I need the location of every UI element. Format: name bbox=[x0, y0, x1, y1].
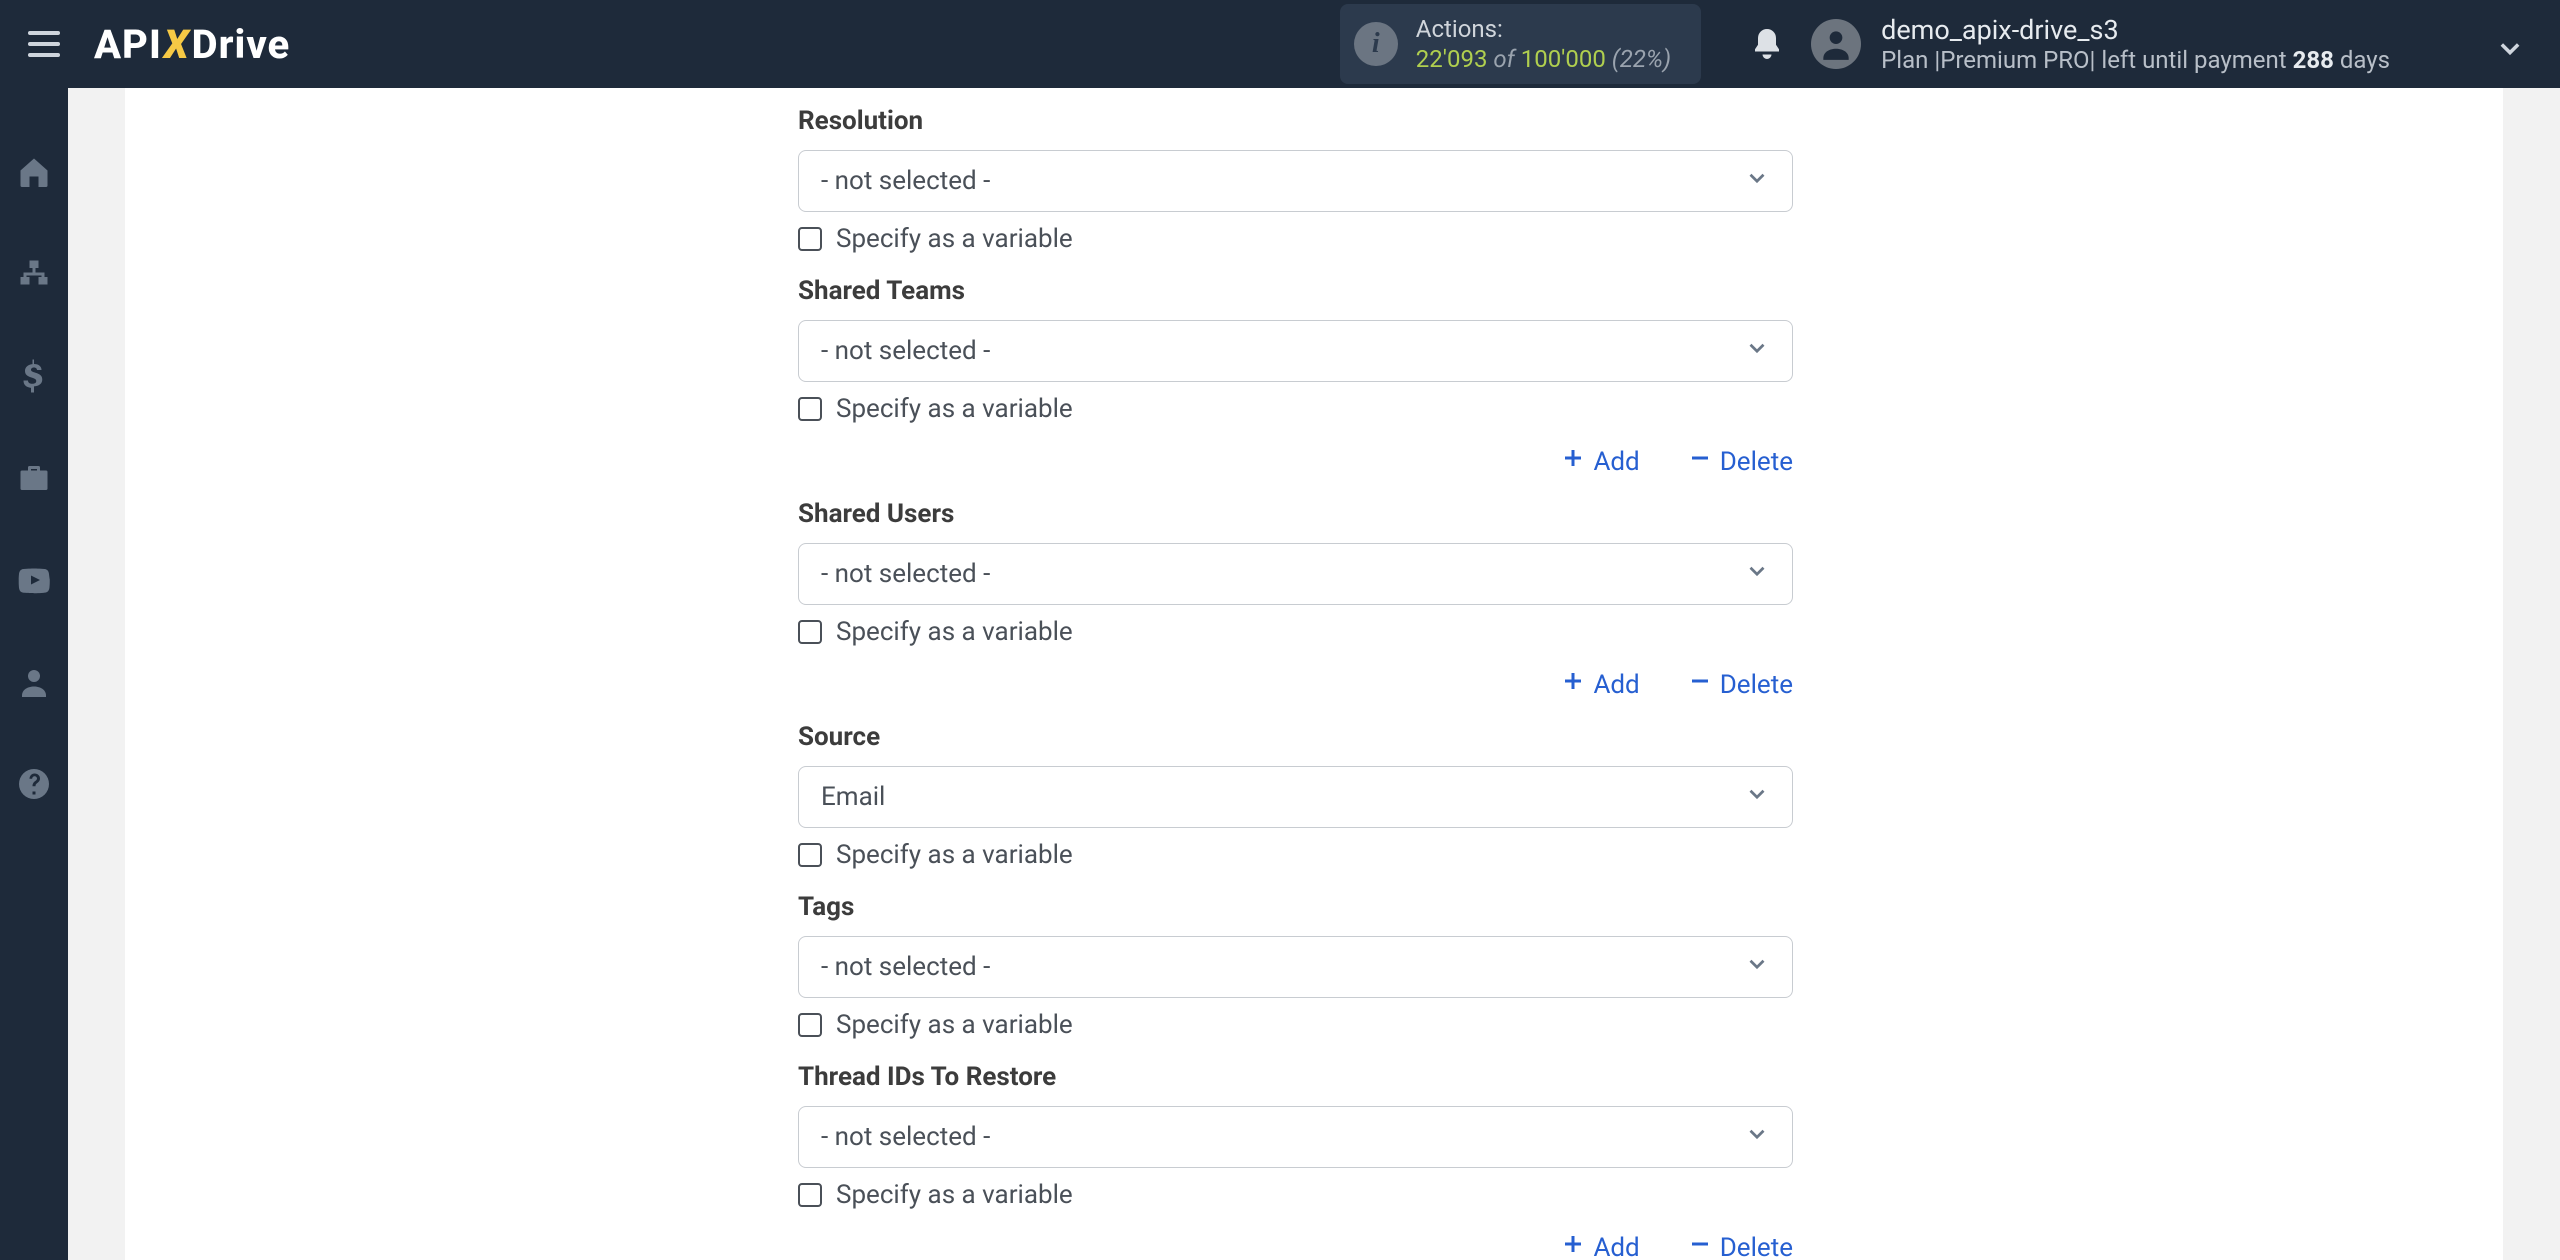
checkbox-label: Specify as a variable bbox=[836, 394, 1073, 424]
delete-button-thread_ids[interactable]: Delete bbox=[1688, 1232, 1793, 1260]
checkbox-label: Specify as a variable bbox=[836, 224, 1073, 254]
field-label-resolution: Resolution bbox=[798, 106, 1793, 136]
add-button-shared_users[interactable]: Add bbox=[1561, 669, 1639, 700]
sidebar-briefcase-icon[interactable] bbox=[0, 444, 68, 512]
field-label-thread_ids: Thread IDs To Restore bbox=[798, 1062, 1793, 1092]
logo-api: API bbox=[94, 21, 162, 68]
select-resolution[interactable]: - not selected - bbox=[798, 150, 1793, 212]
variable-checkbox-row-shared_teams[interactable]: Specify as a variable bbox=[798, 394, 1793, 424]
actions-row-shared_users: Add Delete bbox=[798, 669, 1793, 700]
help-icon bbox=[16, 766, 52, 802]
variable-checkbox-row-thread_ids[interactable]: Specify as a variable bbox=[798, 1180, 1793, 1210]
header-dropdown-toggle[interactable] bbox=[2496, 34, 2524, 66]
plus-icon bbox=[1561, 446, 1585, 477]
field-label-shared_teams: Shared Teams bbox=[798, 276, 1793, 306]
field-group-resolution: Resolution - not selected - Specify as a v… bbox=[798, 106, 1793, 254]
home-icon bbox=[16, 154, 52, 190]
logo-x: X bbox=[164, 21, 190, 68]
sidebar-youtube-icon[interactable] bbox=[0, 546, 68, 614]
select-shared_teams[interactable]: - not selected - bbox=[798, 320, 1793, 382]
sidebar-sitemap-icon[interactable] bbox=[0, 240, 68, 308]
sidebar-home-icon[interactable] bbox=[0, 138, 68, 206]
sidebar-user-icon[interactable] bbox=[0, 648, 68, 716]
field-group-shared_teams: Shared Teams - not selected - Specify as a… bbox=[798, 276, 1793, 477]
select-shared_users[interactable]: - not selected - bbox=[798, 543, 1793, 605]
checkbox-label: Specify as a variable bbox=[836, 617, 1073, 647]
menu-toggle[interactable] bbox=[28, 26, 64, 62]
select-value: - not selected - bbox=[821, 166, 990, 196]
user-name: demo_apix-drive_s3 bbox=[1881, 14, 2390, 46]
checkbox-resolution[interactable] bbox=[798, 227, 822, 251]
plus-icon bbox=[1561, 669, 1585, 700]
field-group-tags: Tags - not selected - Specify as a variabl… bbox=[798, 892, 1793, 1040]
user-info[interactable]: demo_apix-drive_s3 Plan |Premium PRO| le… bbox=[1881, 14, 2390, 74]
avatar[interactable] bbox=[1811, 19, 1861, 69]
checkbox-source[interactable] bbox=[798, 843, 822, 867]
checkbox-shared_users[interactable] bbox=[798, 620, 822, 644]
youtube-icon bbox=[16, 562, 52, 598]
page-scroll[interactable]: Resolution - not selected - Specify as a v… bbox=[68, 88, 2560, 1260]
checkbox-label: Specify as a variable bbox=[836, 1180, 1073, 1210]
select-value: - not selected - bbox=[821, 559, 990, 589]
checkbox-thread_ids[interactable] bbox=[798, 1183, 822, 1207]
field-label-shared_users: Shared Users bbox=[798, 499, 1793, 529]
left-sidebar bbox=[0, 88, 68, 1260]
form-area: Resolution - not selected - Specify as a v… bbox=[798, 88, 1793, 1260]
select-tags[interactable]: - not selected - bbox=[798, 936, 1793, 998]
select-value: Email bbox=[821, 782, 885, 812]
dollar-icon bbox=[16, 358, 52, 394]
info-icon: i bbox=[1354, 22, 1398, 66]
checkbox-tags[interactable] bbox=[798, 1013, 822, 1037]
chevron-down-icon bbox=[1744, 335, 1770, 368]
delete-button-shared_users[interactable]: Delete bbox=[1688, 669, 1793, 700]
chevron-down-icon bbox=[1744, 558, 1770, 591]
sitemap-icon bbox=[16, 256, 52, 292]
variable-checkbox-row-resolution[interactable]: Specify as a variable bbox=[798, 224, 1793, 254]
minus-icon bbox=[1688, 446, 1712, 477]
field-label-source: Source bbox=[798, 722, 1793, 752]
user-icon bbox=[16, 664, 52, 700]
add-button-shared_teams[interactable]: Add bbox=[1561, 446, 1639, 477]
add-button-thread_ids[interactable]: Add bbox=[1561, 1232, 1639, 1260]
select-value: - not selected - bbox=[821, 1122, 990, 1152]
actions-row-shared_teams: Add Delete bbox=[798, 446, 1793, 477]
chevron-down-icon bbox=[1744, 165, 1770, 198]
logo-drive: Drive bbox=[192, 21, 291, 68]
checkbox-shared_teams[interactable] bbox=[798, 397, 822, 421]
select-thread_ids[interactable]: - not selected - bbox=[798, 1106, 1793, 1168]
actions-row-thread_ids: Add Delete bbox=[798, 1232, 1793, 1260]
select-value: - not selected - bbox=[821, 336, 990, 366]
select-value: - not selected - bbox=[821, 952, 990, 982]
content-card: Resolution - not selected - Specify as a v… bbox=[125, 88, 2503, 1260]
logo[interactable]: APIXDrive bbox=[94, 21, 290, 68]
variable-checkbox-row-tags[interactable]: Specify as a variable bbox=[798, 1010, 1793, 1040]
variable-checkbox-row-source[interactable]: Specify as a variable bbox=[798, 840, 1793, 870]
sidebar-help-icon[interactable] bbox=[0, 750, 68, 818]
user-plan: Plan |Premium PRO| left until payment 28… bbox=[1881, 46, 2390, 74]
field-group-thread_ids: Thread IDs To Restore - not selected - Spe… bbox=[798, 1062, 1793, 1260]
briefcase-icon bbox=[16, 460, 52, 496]
app-header: APIXDrive i Actions: 22'093 of 100'000 (… bbox=[0, 0, 2560, 88]
delete-button-shared_teams[interactable]: Delete bbox=[1688, 446, 1793, 477]
actions-label: Actions: bbox=[1416, 14, 1671, 44]
sidebar-dollar-icon[interactable] bbox=[0, 342, 68, 410]
select-source[interactable]: Email bbox=[798, 766, 1793, 828]
checkbox-label: Specify as a variable bbox=[836, 840, 1073, 870]
minus-icon bbox=[1688, 1232, 1712, 1260]
minus-icon bbox=[1688, 669, 1712, 700]
chevron-down-icon bbox=[1744, 781, 1770, 814]
chevron-down-icon bbox=[1744, 951, 1770, 984]
field-group-shared_users: Shared Users - not selected - Specify as a… bbox=[798, 499, 1793, 700]
actions-counter[interactable]: i Actions: 22'093 of 100'000 (22%) bbox=[1340, 4, 1701, 84]
checkbox-label: Specify as a variable bbox=[836, 1010, 1073, 1040]
actions-numbers: 22'093 of 100'000 (22%) bbox=[1416, 44, 1671, 74]
field-group-source: Source Email Specify as a variable bbox=[798, 722, 1793, 870]
bell-icon[interactable] bbox=[1749, 26, 1785, 62]
field-label-tags: Tags bbox=[798, 892, 1793, 922]
variable-checkbox-row-shared_users[interactable]: Specify as a variable bbox=[798, 617, 1793, 647]
chevron-down-icon bbox=[1744, 1121, 1770, 1154]
plus-icon bbox=[1561, 1232, 1585, 1260]
